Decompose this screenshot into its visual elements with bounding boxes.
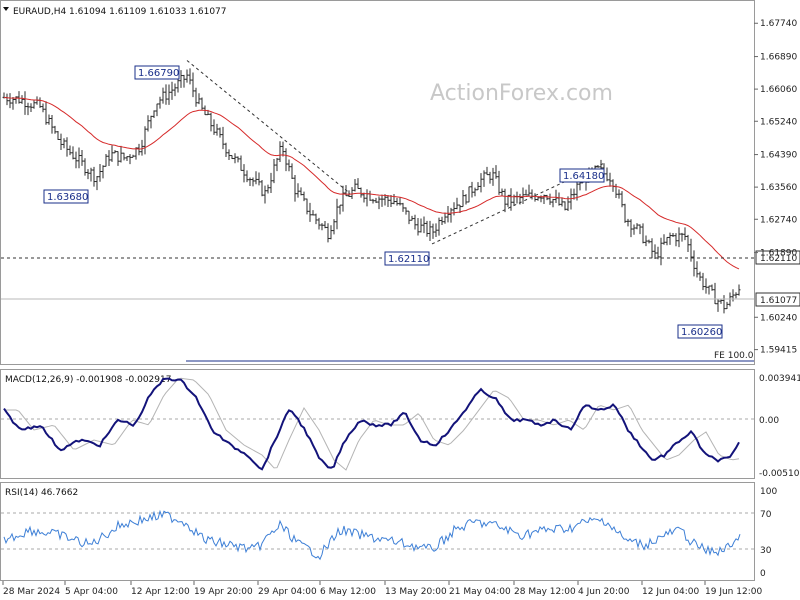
last-price-tag: 1.61077 bbox=[755, 292, 800, 307]
price-tick-label: 1.64390 bbox=[760, 151, 797, 161]
svg-text:1.61077: 1.61077 bbox=[760, 296, 797, 306]
price-tick-label: 1.61890 bbox=[760, 249, 797, 259]
price-tick-label: 1.62740 bbox=[760, 215, 797, 225]
macd-header: MACD(12,26,9) -0.001908 -0.002917 bbox=[5, 375, 171, 385]
time-tick-label: 12 Apr 12:00 bbox=[131, 587, 190, 597]
time-tick-label: 21 May 04:00 bbox=[449, 587, 511, 597]
time-tick-label: 5 Apr 04:00 bbox=[65, 587, 118, 597]
price-tick-label: 1.60240 bbox=[760, 313, 797, 323]
time-tick-label: 19 Apr 20:00 bbox=[194, 587, 253, 597]
time-tick-label: 13 May 20:00 bbox=[385, 587, 447, 597]
price-tick-label: 1.67740 bbox=[760, 19, 797, 29]
macd-tick-bottom: -0.005103 bbox=[759, 469, 800, 479]
svg-text:1.64180: 1.64180 bbox=[563, 171, 604, 182]
rsi-tick-0: 0 bbox=[760, 569, 766, 579]
time-tick-label: 12 Jun 04:00 bbox=[642, 587, 699, 597]
time-tick-label: 28 May 12:00 bbox=[514, 587, 576, 597]
main-header: EURAUD,H4 1.61094 1.61109 1.61033 1.6107… bbox=[13, 7, 227, 17]
svg-text:1.62110: 1.62110 bbox=[388, 254, 429, 265]
macd-tick-zero: 0.00 bbox=[759, 416, 779, 426]
label-high-2: 1.64180 bbox=[559, 168, 605, 183]
rsi-axis: 100 70 30 0 bbox=[760, 487, 777, 579]
rsi-header: RSI(14) 46.7662 bbox=[5, 488, 78, 498]
macd-tick-top: 0.003941 bbox=[759, 374, 800, 384]
watermark: ActionForex.com bbox=[430, 81, 613, 106]
time-tick-label: 6 May 12:00 bbox=[320, 587, 376, 597]
price-tick-label: 1.63560 bbox=[760, 183, 797, 193]
label-low-2: 1.62110 bbox=[384, 251, 430, 266]
euraud-chart: ActionForex.com EURAUD,H4 1.61094 1.6110… bbox=[0, 0, 800, 597]
rsi-tick-30: 30 bbox=[760, 546, 772, 556]
label-low-3: 1.60260 bbox=[677, 324, 723, 339]
rsi-tick-100: 100 bbox=[760, 487, 777, 497]
time-tick-label: 19 Jun 12:00 bbox=[705, 587, 762, 597]
time-tick-label: 28 Mar 2024 bbox=[3, 587, 60, 597]
price-tick-label: 1.59415 bbox=[760, 346, 797, 356]
price-tick-label: 1.65240 bbox=[760, 117, 797, 127]
time-axis: 28 Mar 2024 5 Apr 04:00 12 Apr 12:00 19 Apr… bbox=[2, 581, 762, 597]
label-low-1: 1.63680 bbox=[43, 189, 89, 204]
time-tick-label: 4 Jun 20:00 bbox=[578, 587, 630, 597]
macd-axis: 0.003941 0.00 -0.005103 bbox=[759, 374, 800, 479]
main-panel bbox=[0, 0, 755, 365]
svg-text:1.63680: 1.63680 bbox=[47, 192, 88, 203]
label-high-1: 1.66790 bbox=[134, 65, 180, 80]
fe-label: FE 100.0 bbox=[714, 351, 754, 361]
price-tick-label: 1.66890 bbox=[760, 53, 797, 63]
svg-text:1.60260: 1.60260 bbox=[681, 327, 722, 338]
rsi-tick-70: 70 bbox=[760, 510, 772, 520]
price-tick-label: 1.66060 bbox=[760, 85, 797, 95]
time-tick-label: 29 Apr 04:00 bbox=[258, 587, 317, 597]
svg-text:1.66790: 1.66790 bbox=[138, 68, 179, 79]
